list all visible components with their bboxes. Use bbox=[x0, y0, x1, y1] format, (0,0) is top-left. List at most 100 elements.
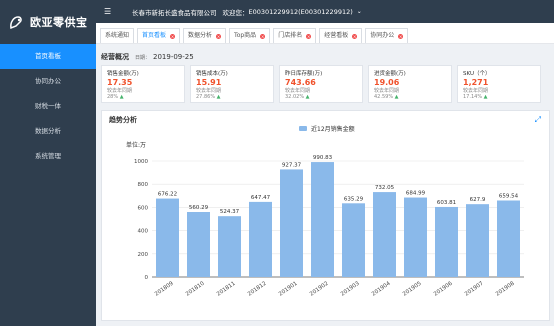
kpi-card: 昨日库存额(万) 743.66 较去年同期 32.02% ▲ bbox=[279, 65, 363, 103]
bar-value-label: 603.81 bbox=[437, 200, 456, 206]
bar bbox=[280, 169, 303, 277]
trend-up-icon: ▲ bbox=[216, 94, 221, 100]
kpi-value: 743.66 bbox=[285, 78, 316, 87]
sidebar-item-2[interactable]: 财税一体 bbox=[0, 94, 96, 119]
tab-label: 系统通知 bbox=[105, 32, 130, 39]
bar-value-label: 627.9 bbox=[470, 197, 486, 203]
tab-1[interactable]: 首页看板 × bbox=[137, 28, 181, 43]
trend-up-icon: ▲ bbox=[483, 94, 488, 100]
kpi-rate: 32.02% ▲ bbox=[285, 94, 357, 100]
tab-3[interactable]: Top商品 × bbox=[229, 28, 271, 43]
tab-label: 数据分析 bbox=[188, 32, 213, 39]
sidebar-item-4[interactable]: 系统管理 bbox=[0, 144, 96, 169]
bar-value-label: 927.37 bbox=[282, 162, 302, 168]
sidebar-item-3[interactable]: 数据分析 bbox=[0, 119, 96, 144]
bar bbox=[466, 204, 489, 277]
tab-label: 经营看板 bbox=[324, 32, 349, 39]
tab-close-icon[interactable]: × bbox=[260, 33, 266, 39]
overview-title: 经营概况 bbox=[101, 53, 129, 61]
kpi-value: 19.06 bbox=[374, 78, 400, 87]
bar-value-label: 635.29 bbox=[344, 196, 364, 202]
kpi-card: 销售金额(万) 17.35 较去年同期 28% ▲ bbox=[101, 65, 185, 103]
sidebar-item-label: 数据分析 bbox=[35, 127, 61, 135]
bar bbox=[311, 162, 334, 277]
kpi-compare-label: 较去年同期 bbox=[107, 88, 133, 94]
tab-close-icon[interactable]: × bbox=[306, 33, 312, 39]
tab-bar: 系统通知 首页看板 × 数据分析 × Top商品 × 门店排名 × 经营看板 × 协同办公 × bbox=[96, 23, 554, 44]
x-tick-label: 201810 bbox=[185, 280, 206, 297]
kpi-compare-label: 较去年同期 bbox=[196, 88, 222, 94]
tab-close-icon[interactable]: × bbox=[216, 33, 222, 39]
x-tick-label: 201809 bbox=[154, 280, 175, 297]
kpi-title: 进货金额(万) bbox=[374, 71, 406, 77]
trend-up-icon: ▲ bbox=[119, 94, 124, 100]
user-name[interactable]: E00301229912(E00301229912) bbox=[249, 8, 353, 16]
kpi-rate: 42.59% ▲ bbox=[374, 94, 446, 100]
kpi-value: 1,271 bbox=[463, 78, 489, 87]
kpi-card: SKU（个） 1,271 较去年同期 17.14% ▲ bbox=[457, 65, 541, 103]
bar-value-label: 647.47 bbox=[251, 195, 271, 201]
overview-header: 经营概况 日期： 2019-09-25 bbox=[101, 52, 194, 62]
x-tick-label: 201903 bbox=[340, 280, 361, 297]
bar-value-label: 676.22 bbox=[158, 192, 177, 198]
sidebar-item-label: 首页看板 bbox=[35, 52, 61, 60]
kpi-rate: 27.86% ▲ bbox=[196, 94, 268, 100]
tab-label: 门店排名 bbox=[278, 32, 303, 39]
bar bbox=[218, 216, 241, 277]
sidebar: 欧亚零供宝 首页看板协同办公财税一体数据分析系统管理 bbox=[0, 0, 96, 326]
tab-6[interactable]: 协同办公 × bbox=[365, 28, 409, 43]
x-tick-label: 201901 bbox=[278, 281, 299, 298]
app-logo-icon bbox=[10, 16, 22, 30]
sidebar-item-1[interactable]: 协同办公 bbox=[0, 69, 96, 94]
kpi-compare-label: 较去年同期 bbox=[463, 88, 489, 94]
tab-2[interactable]: 数据分析 × bbox=[183, 28, 227, 43]
tab-5[interactable]: 经营看板 × bbox=[319, 28, 363, 43]
date-value: 2019-09-25 bbox=[153, 53, 194, 61]
sales-bar-chart: 近12月销售金额单位:万 0 200 400 600 800 1000 676.22 20180… bbox=[126, 125, 524, 298]
x-tick-label: 201812 bbox=[247, 281, 268, 298]
trend-up-icon: ▲ bbox=[394, 94, 399, 100]
top-bar: ☰ 长春市新拓长盛食品有限公司 欢迎您： E00301229912(E00301… bbox=[96, 0, 554, 23]
kpi-value: 15.91 bbox=[196, 78, 222, 87]
app-logo: 欧亚零供宝 bbox=[0, 0, 96, 44]
x-tick-label: 201905 bbox=[402, 280, 423, 297]
bar bbox=[342, 203, 365, 277]
kpi-title: SKU（个） bbox=[463, 71, 491, 77]
sidebar-item-label: 系统管理 bbox=[35, 152, 61, 160]
tab-label: 协同办公 bbox=[370, 32, 395, 39]
sidebar-item-label: 协同办公 bbox=[35, 77, 61, 85]
bar-value-label: 990.83 bbox=[313, 155, 333, 161]
kpi-card: 销售成本(万) 15.91 较去年同期 27.86% ▲ bbox=[190, 65, 274, 103]
tab-close-icon[interactable]: × bbox=[352, 33, 358, 39]
main-content: 经营概况 日期： 2019-09-25 销售金额(万) 17.35 较去年同期 28%… bbox=[96, 43, 554, 326]
x-tick-label: 201907 bbox=[464, 280, 485, 297]
bar bbox=[435, 206, 458, 277]
bar-value-label: 560.29 bbox=[189, 205, 209, 211]
tab-4[interactable]: 门店排名 × bbox=[273, 28, 317, 43]
y-tick-label: 0 bbox=[145, 275, 149, 281]
kpi-rate: 28% ▲ bbox=[107, 94, 179, 100]
kpi-rate-value: 28% bbox=[107, 94, 119, 100]
legend-label: 近12月销售金额 bbox=[311, 125, 355, 133]
bar-value-label: 524.37 bbox=[220, 209, 240, 215]
x-tick-label: 201811 bbox=[216, 281, 237, 298]
chevron-down-icon[interactable]: ⌄ bbox=[357, 8, 362, 15]
y-tick-label: 600 bbox=[138, 205, 149, 211]
bar bbox=[373, 192, 396, 277]
kpi-rate-value: 27.86% bbox=[196, 94, 216, 100]
bar bbox=[187, 212, 210, 277]
menu-toggle-icon[interactable]: ☰ bbox=[104, 7, 118, 16]
date-label: 日期： bbox=[135, 54, 151, 61]
bar bbox=[497, 200, 520, 277]
kpi-value: 17.35 bbox=[107, 78, 133, 87]
tab-close-icon[interactable]: × bbox=[398, 33, 404, 39]
bar bbox=[404, 197, 427, 277]
kpi-rate-value: 17.14% bbox=[463, 94, 483, 100]
x-tick-label: 201902 bbox=[309, 281, 330, 298]
bar bbox=[156, 198, 179, 277]
y-tick-label: 800 bbox=[138, 182, 149, 188]
tab-close-icon[interactable]: × bbox=[170, 33, 176, 39]
company-name: 长春市新拓长盛食品有限公司 bbox=[132, 8, 217, 17]
tab-0[interactable]: 系统通知 bbox=[100, 28, 135, 43]
sidebar-item-0[interactable]: 首页看板 bbox=[0, 44, 96, 69]
